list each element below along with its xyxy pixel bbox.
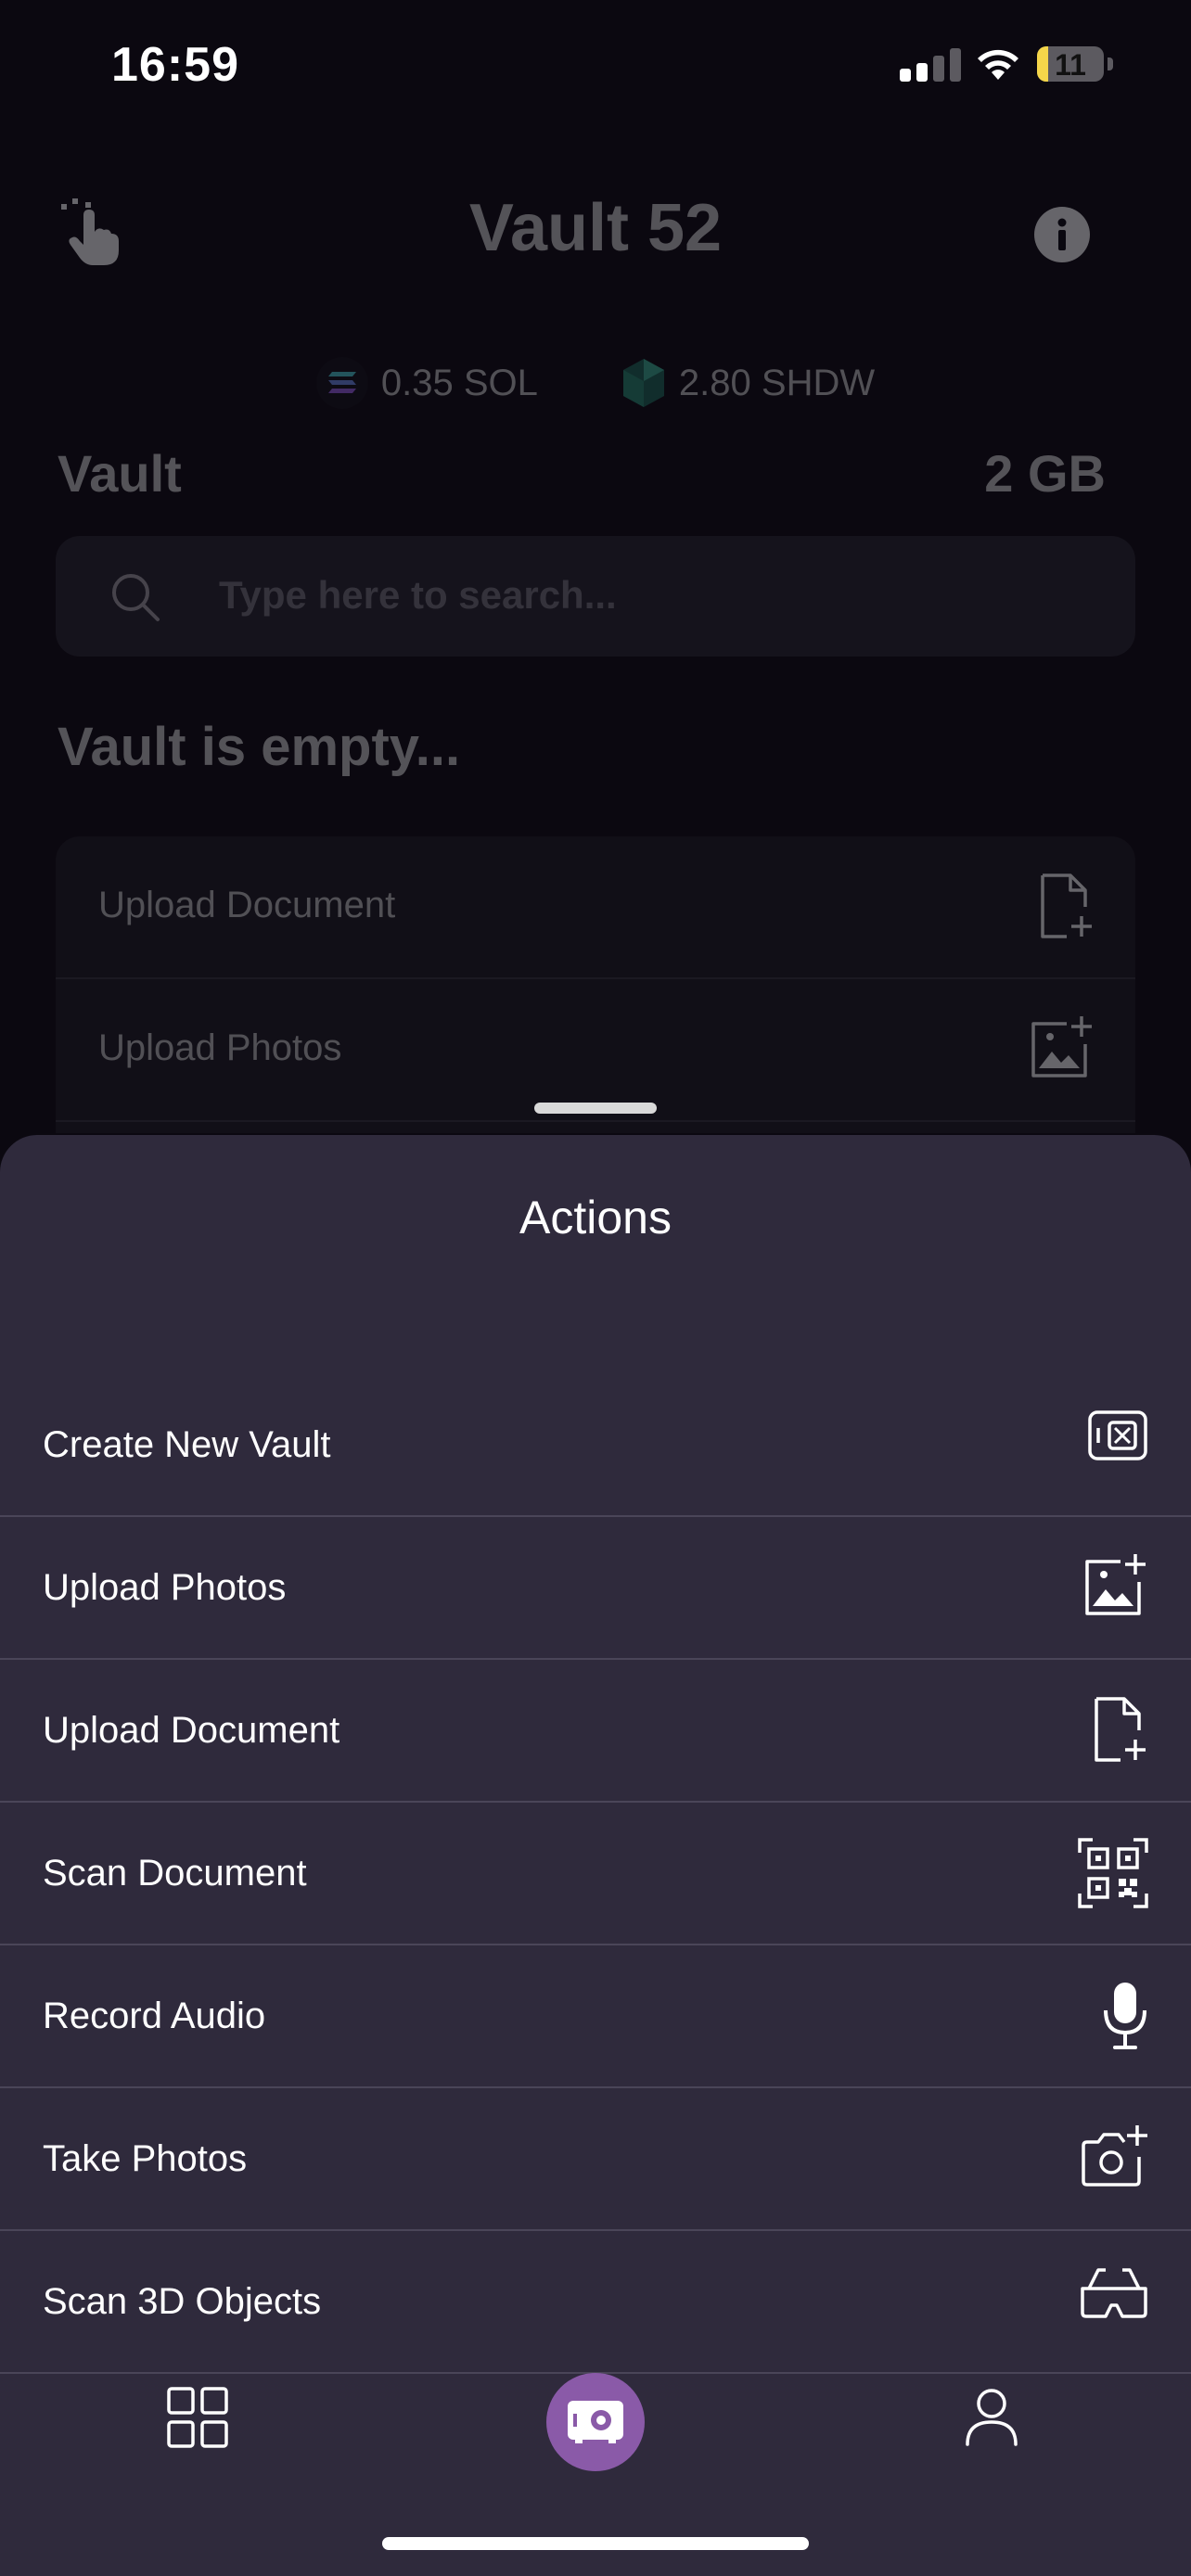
action-record-audio[interactable]: Record Audio — [0, 1945, 1191, 2088]
image-plus-icon — [1031, 1016, 1092, 1078]
action-label: Scan Document — [43, 1853, 307, 1894]
tab-vault[interactable] — [546, 2373, 645, 2471]
status-time: 16:59 — [111, 38, 239, 92]
shdw-amount: 2.80 SHDW — [678, 362, 876, 403]
file-plus-icon — [1041, 874, 1092, 938]
solana-icon — [315, 357, 368, 409]
qr-code-icon — [1078, 1838, 1148, 1908]
action-label: Upload Photos — [43, 1567, 287, 1608]
battery-tip — [1108, 57, 1113, 70]
file-plus-icon — [1095, 1697, 1146, 1762]
action-label: Record Audio — [43, 1996, 266, 2036]
shdw-balance: 2.80 SHDW — [621, 357, 875, 409]
list-item[interactable]: Upload Photos — [56, 979, 1135, 1122]
search-icon — [112, 574, 160, 621]
action-label: Take Photos — [43, 2138, 248, 2179]
wifi-icon — [978, 49, 1018, 80]
sol-amount: 0.35 SOL — [380, 362, 538, 403]
balances-row: 0.35 SOL 2.80 SHDW — [0, 357, 1191, 409]
search-input[interactable]: Type here to search... — [219, 573, 617, 618]
action-label: Upload Document — [43, 1710, 340, 1751]
list-item-label: Upload Document — [98, 885, 396, 925]
list-item-label: Upload Photos — [98, 1027, 342, 1068]
sheet-drag-handle[interactable] — [534, 1103, 657, 1114]
search-bar[interactable]: Type here to search... — [56, 536, 1135, 657]
empty-message: Vault is empty... — [58, 717, 461, 777]
action-label: Create New Vault — [43, 1424, 331, 1465]
profile-icon[interactable] — [965, 2387, 1018, 2446]
vault-icon — [1088, 1410, 1147, 1460]
action-label: Scan 3D Objects — [43, 2281, 322, 2322]
shadow-token-icon — [622, 359, 664, 407]
action-scan-3d-objects[interactable]: Scan 3D Objects — [0, 2231, 1191, 2374]
action-scan-document[interactable]: Scan Document — [0, 1803, 1191, 1945]
battery-icon: 11 — [1037, 46, 1104, 82]
vault-section-label: Vault — [58, 444, 182, 503]
list-item[interactable]: Upload Document — [56, 836, 1135, 979]
action-upload-document[interactable]: Upload Document — [0, 1660, 1191, 1803]
microphone-icon — [1104, 1983, 1146, 2049]
action-take-photos[interactable]: Take Photos — [0, 2088, 1191, 2231]
page-title: Vault 52 — [468, 191, 723, 265]
background-action-list: Upload Document Upload Photos — [56, 836, 1135, 1133]
home-indicator — [382, 2537, 809, 2550]
action-upload-photos[interactable]: Upload Photos — [0, 1517, 1191, 1660]
battery-level: 11 — [1055, 48, 1086, 82]
cellular-signal-icon — [900, 46, 961, 82]
vault-size: 2 GB — [984, 444, 1106, 503]
vault-icon — [568, 2401, 623, 2443]
camera-plus-icon — [1082, 2125, 1147, 2187]
3d-glasses-icon — [1081, 2268, 1147, 2318]
action-create-new-vault[interactable]: Create New Vault — [0, 1374, 1191, 1517]
image-plus-icon — [1085, 1554, 1146, 1615]
actions-sheet: Actions Create New Vault Upload Photos U… — [0, 1135, 1191, 2576]
info-icon[interactable] — [1033, 206, 1091, 263]
sol-balance: 0.35 SOL — [315, 357, 538, 409]
grid-icon[interactable] — [167, 2387, 228, 2448]
sheet-title: Actions — [519, 1192, 672, 1243]
